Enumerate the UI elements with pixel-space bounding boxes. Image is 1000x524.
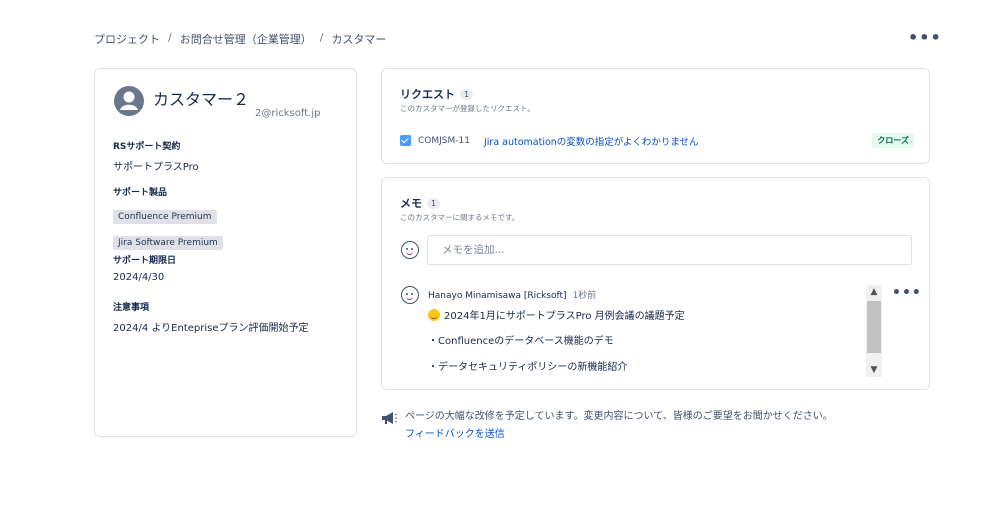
breadcrumb-item-customer[interactable]: カスタマー [331,31,386,47]
request-summary-link[interactable]: Jira automationの変数の指定がよくわかりません [484,134,699,148]
requests-title-text: リクエスト [400,88,455,101]
requests-subtitle: このカスタマーが登録したリクエスト。 [400,104,535,113]
comment-line: ・データセキュリティポリシーの新機能紹介 [428,362,628,373]
product-tag: Confluence Premium [113,210,217,224]
comment-author: Hanayo Minamisawa [Ricksoft] [428,291,567,301]
smile-emoji-icon [428,309,440,321]
commenter-avatar-icon [401,286,419,304]
breadcrumb-separator: / [168,31,172,44]
period-value: 2024/4/30 [113,272,165,283]
feedback-banner: ページの大幅な改修を予定しています。変更内容について、皆様のご要望をお聞かせくだ… [381,407,833,440]
avatar-icon [114,86,144,116]
memo-count-badge: 1 [427,197,441,209]
products-label: サポート製品 [113,188,168,198]
status-badge: クローズ [872,133,914,148]
memo-comment: Hanayo Minamisawa [Ricksoft] 1秒前 2024年1月に… [401,286,871,378]
customer-email: 2@ricksoft.jp [153,108,320,119]
customer-card: カスタマー２ 2@ricksoft.jp RSサポート契約 サポートプラスPro… [94,68,357,437]
period-label: サポート期限日 [113,256,177,266]
products-field: サポート製品 Confluence Premium Jira Software … [113,185,223,256]
comment-scrollbar[interactable]: ▲ ▼ [866,285,882,377]
scroll-up-arrow-icon[interactable]: ▲ [866,285,882,299]
comment-time: 1秒前 [572,291,597,301]
comment-line: ・Confluenceのデータベース機能のデモ [428,336,614,347]
memo-title-text: メモ [400,197,422,210]
request-type-icon [400,135,411,146]
memo-input[interactable]: メモを追加... [427,235,912,265]
requests-title: リクエスト 1 [400,86,474,102]
feedback-message: ページの大幅な改修を予定しています。変更内容について、皆様のご要望をお聞かせくだ… [405,411,833,422]
contract-field: RSサポート契約 サポートプラスPro [113,139,199,173]
request-row[interactable]: COMJSM-11 Jira automationの変数の指定がよくわかりません… [400,133,914,148]
comment-more-button[interactable]: ••• [892,285,922,301]
period-field: サポート期限日 2024/4/30 [113,253,176,283]
memo-card: メモ 1 このカスタマーに関するメモです。 メモを追加... Hanayo Mi… [381,177,930,390]
memo-subtitle: このカスタマーに関するメモです。 [400,213,520,222]
breadcrumb-item-project[interactable]: プロジェクト [94,31,160,47]
request-key[interactable]: COMJSM-11 [418,136,470,146]
feedback-link[interactable]: フィードバックを送信 [405,425,833,440]
requests-count-badge: 1 [460,88,474,100]
scroll-down-arrow-icon[interactable]: ▼ [866,363,882,377]
contract-label: RSサポート契約 [113,142,181,152]
product-tag: Jira Software Premium [113,236,223,250]
megaphone-icon [382,412,397,424]
notes-field: 注意事項 2024/4 よりEntepriseプラン評価開始予定 [113,300,309,334]
breadcrumb-item-inquiry[interactable]: お問合せ管理（企業管理） [180,31,312,47]
breadcrumb-separator: / [319,31,324,44]
memo-title: メモ 1 [400,195,441,211]
comment-header: Hanayo Minamisawa [Ricksoft] 1秒前 [428,288,596,301]
contract-value: サポートプラスPro [113,162,199,173]
customer-email-text: 2@ricksoft.jp [255,108,321,119]
notes-label: 注意事項 [113,303,150,313]
more-actions-button[interactable]: ••• [908,28,942,47]
notes-value: 2024/4 よりEntepriseプラン評価開始予定 [113,323,309,334]
breadcrumb: プロジェクト / お問合せ管理（企業管理） / カスタマー [94,31,386,47]
user-avatar-icon [401,241,419,259]
comment-line: 2024年1月にサポートプラスPro 月例会議の議題予定 [428,307,685,322]
comment-line-text: 2024年1月にサポートプラスPro 月例会議の議題予定 [444,311,685,322]
customer-name: カスタマー２ [153,90,250,109]
scroll-thumb[interactable] [867,301,881,353]
requests-card: リクエスト 1 このカスタマーが登録したリクエスト。 COMJSM-11 Jir… [381,68,930,164]
